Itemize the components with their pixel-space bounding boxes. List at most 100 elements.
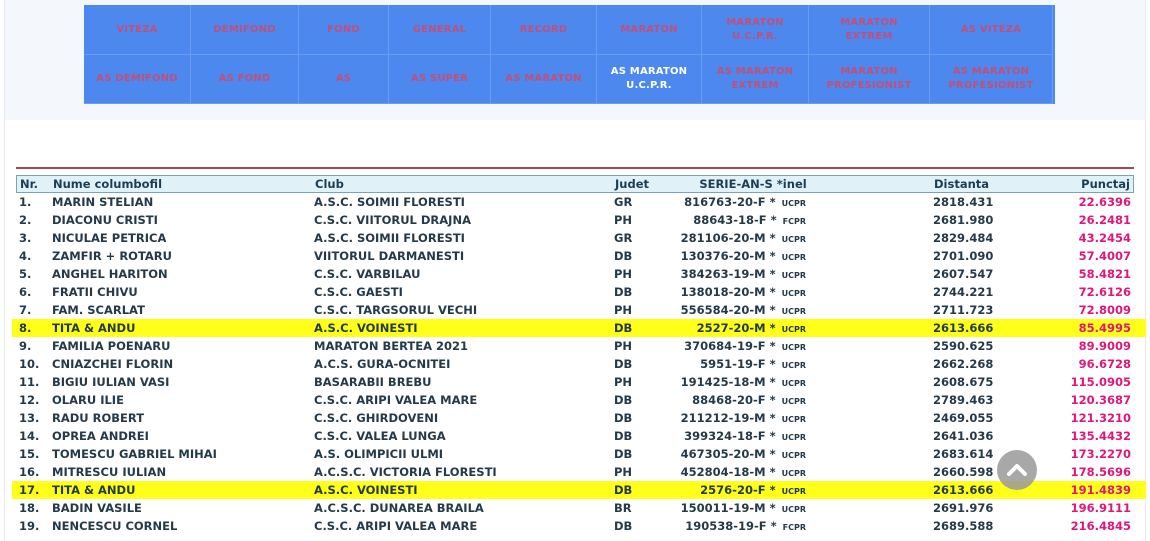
nav-link-label: AS SUPER — [410, 73, 469, 84]
federation-code: UCPR — [781, 253, 806, 262]
cell-punct: 191.4839 — [1070, 483, 1131, 497]
ring-number: 150011-19-M * — [680, 501, 780, 515]
cell-serie: 281106-20-M * UCPR — [678, 231, 806, 245]
cell-club: C.S.C. ARIPI VALEA MARE — [314, 393, 478, 407]
federation-code: UCPR — [781, 199, 806, 208]
header-nr: Nr. — [20, 177, 39, 191]
table-row: 5. ANGHEL HARITON C.S.C. VARBILAU PH 384263-… — [16, 265, 1134, 283]
table-row: 19. NENCESCU CORNEL C.S.C. ARIPI VALEA MAR… — [16, 517, 1134, 535]
nav-link-label: MARATON — [620, 23, 678, 35]
ring-number: 399324-18-F * — [684, 429, 780, 443]
nav-link-as[interactable]: AS — [299, 55, 389, 104]
nav-link-fond[interactable]: FOND — [299, 5, 389, 55]
cell-punct: 115.0905 — [1070, 375, 1131, 389]
nav-link-as-super[interactable]: AS SUPER — [389, 55, 491, 104]
cell-serie: 556584-20-M * UCPR — [678, 303, 806, 317]
cell-judet: PH — [614, 303, 633, 317]
cell-club: VIITORUL DARMANESTI — [314, 249, 465, 263]
nav-link-as-maraton[interactable]: AS MARATON — [491, 55, 597, 104]
cell-punct: 96.6728 — [1078, 357, 1131, 371]
nav-link-as-maraton-u-c-p-r[interactable]: AS MARATON U.C.P.R. — [597, 55, 702, 104]
cell-club: C.S.C. VALEA LUNGA — [314, 429, 446, 443]
cell-club: BASARABII BREBU — [314, 375, 432, 389]
federation-code: FCPR — [782, 217, 806, 226]
cell-judet: DB — [614, 429, 633, 443]
cell-dist: 2691.976 — [933, 501, 994, 515]
table-row-highlighted: 8. TITA & ANDU A.S.C. VOINESTI DB 2527-20-M … — [12, 319, 1146, 337]
cell-judet: DB — [614, 519, 633, 533]
ring-number: 281106-20-M * — [680, 231, 780, 245]
cell-judet: BR — [614, 501, 632, 515]
cell-name: BADIN VASILE — [52, 501, 142, 515]
cell-serie: 191425-18-M * UCPR — [678, 375, 806, 389]
cell-name: TITA & ANDU — [52, 321, 136, 335]
nav-row-2: AS DEMIFOND AS FOND AS AS SUPER AS MARATON AS… — [84, 55, 1055, 104]
cell-club: A.S.C. VOINESTI — [314, 483, 418, 497]
table-row: 12. OLARU ILIE C.S.C. ARIPI VALEA MARE DB 88… — [16, 391, 1134, 409]
nav-link-maraton[interactable]: MARATON — [597, 5, 702, 55]
cell-judet: PH — [614, 213, 633, 227]
federation-code: UCPR — [781, 361, 806, 370]
cell-serie: 467305-20-M * UCPR — [678, 447, 806, 461]
cell-punct: 72.6126 — [1078, 285, 1131, 299]
nav-link-label: AS VITEZA — [960, 23, 1022, 35]
cell-club: C.S.C. VARBILAU — [314, 267, 421, 281]
cell-club: A.S.C. SOIMII FLORESTI — [314, 231, 465, 245]
header-serie: SERIE-AN-S *inel — [699, 177, 807, 191]
nav-link-as-maraton-extrem[interactable]: AS MARATON EXTREM — [702, 55, 809, 104]
nav-link-as-maraton-profesionist[interactable]: AS MARATON PROFESIONIST — [930, 55, 1053, 104]
cell-dist: 2701.090 — [933, 249, 994, 263]
cell-nr: 1. — [19, 195, 32, 209]
scroll-to-top-button[interactable] — [997, 450, 1037, 490]
cell-club: A.S.C. SOIMII FLORESTI — [314, 195, 465, 209]
cell-punct: 89.9009 — [1078, 339, 1131, 353]
cell-nr: 15. — [19, 447, 40, 461]
cell-dist: 2608.675 — [933, 375, 994, 389]
cell-dist: 2683.614 — [933, 447, 994, 461]
ring-number: 370684-19-F * — [684, 339, 780, 353]
table-row: 15. TOMESCU GABRIEL MIHAI A.S. OLIMPICII U… — [16, 445, 1134, 463]
ring-number: 138018-20-M * — [680, 285, 780, 299]
ring-number: 2576-20-F * — [700, 483, 780, 497]
cell-nr: 4. — [19, 249, 32, 263]
cell-name: OLARU ILIE — [52, 393, 124, 407]
table-row-highlighted: 17. TITA & ANDU A.S.C. VOINESTI DB 2576-20-F… — [12, 481, 1146, 499]
ring-number: 467305-20-M * — [680, 447, 780, 461]
cell-judet: DB — [614, 447, 633, 461]
nav-link-general[interactable]: GENERAL — [389, 5, 491, 55]
nav-row-1: VITEZA DEMIFOND FOND GENERAL RECORD MARATON MA… — [84, 5, 1055, 55]
nav-link-as-demifond[interactable]: AS DEMIFOND — [84, 55, 191, 104]
nav-link-maraton-extrem[interactable]: MARATON EXTREM — [809, 5, 930, 55]
cell-dist: 2789.463 — [933, 393, 994, 407]
cell-dist: 2744.221 — [933, 285, 994, 299]
nav-link-label: AS MARATON U.C.P.R. — [610, 66, 688, 91]
nav-link-viteza[interactable]: VITEZA — [84, 5, 191, 55]
nav-link-as-viteza[interactable]: AS VITEZA — [930, 5, 1053, 55]
nav-link-label: MARATON EXTREM — [840, 16, 898, 42]
nav-link-maraton-profesionist[interactable]: MARATON PROFESIONIST — [809, 55, 930, 104]
cell-punct: 135.4432 — [1070, 429, 1131, 443]
nav-link-maraton-u-c-p-r[interactable]: MARATON U.C.P.R. — [702, 5, 809, 55]
cell-nr: 17. — [19, 483, 40, 497]
cell-nr: 18. — [19, 501, 40, 515]
cell-club: A.C.S.C. DUNAREA BRAILA — [314, 501, 484, 515]
cell-punct: 57.4007 — [1078, 249, 1131, 263]
cell-punct: 196.9111 — [1070, 501, 1131, 515]
nav-link-as-fond[interactable]: AS FOND — [191, 55, 299, 104]
nav-link-label: AS MARATON EXTREM — [716, 66, 794, 91]
cell-serie: 384263-19-M * UCPR — [678, 267, 806, 281]
cell-name: TOMESCU GABRIEL MIHAI — [52, 447, 217, 461]
cell-club: C.S.C. GAESTI — [314, 285, 403, 299]
cell-dist: 2689.588 — [933, 519, 994, 533]
cell-nr: 9. — [19, 339, 32, 353]
table-row: 10. CNIAZCHEI FLORIN A.C.S. GURA-OCNITEI DB… — [16, 355, 1134, 373]
nav-link-demifond[interactable]: DEMIFOND — [191, 5, 299, 55]
cell-serie: 211212-19-M * UCPR — [678, 411, 806, 425]
cell-serie: 150011-19-M * UCPR — [678, 501, 806, 515]
ring-number: 556584-20-M * — [680, 303, 780, 317]
nav-link-record[interactable]: RECORD — [491, 5, 597, 55]
results-table: Nr. Nume columbofil Club Judet SERIE-AN-… — [12, 175, 1146, 535]
cell-nr: 7. — [19, 303, 32, 317]
cell-judet: PH — [614, 375, 633, 389]
cell-punct: 178.5696 — [1070, 465, 1131, 479]
